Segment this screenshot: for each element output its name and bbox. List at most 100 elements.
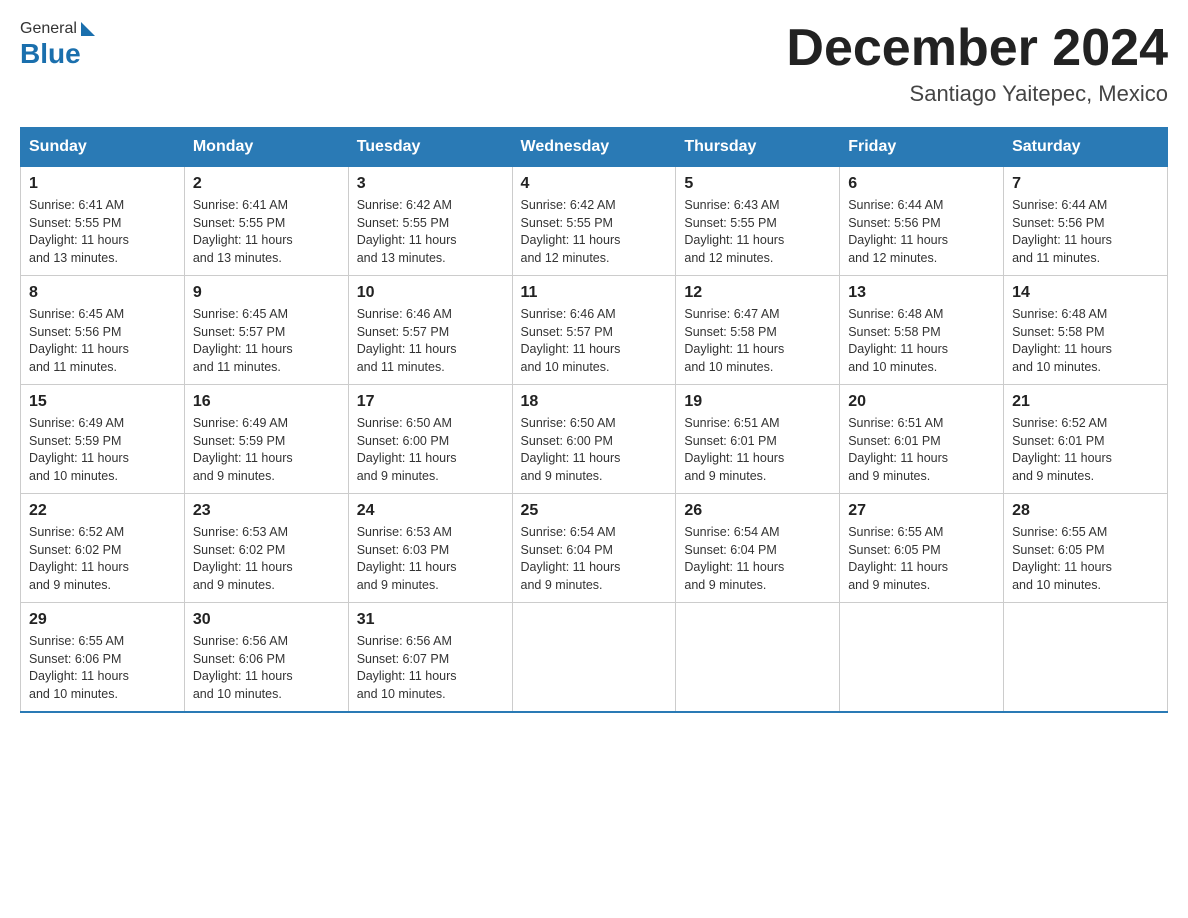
calendar-cell: 16 Sunrise: 6:49 AMSunset: 5:59 PMDaylig… [184, 385, 348, 494]
day-info: Sunrise: 6:49 AMSunset: 5:59 PMDaylight:… [193, 416, 293, 483]
day-number: 31 [357, 611, 504, 629]
weekday-header-monday: Monday [184, 128, 348, 167]
calendar-cell: 30 Sunrise: 6:56 AMSunset: 6:06 PMDaylig… [184, 603, 348, 713]
calendar-cell: 8 Sunrise: 6:45 AMSunset: 5:56 PMDayligh… [21, 276, 185, 385]
weekday-header-row: SundayMondayTuesdayWednesdayThursdayFrid… [21, 128, 1168, 167]
day-number: 20 [848, 393, 995, 411]
day-info: Sunrise: 6:48 AMSunset: 5:58 PMDaylight:… [848, 307, 948, 374]
calendar-cell: 3 Sunrise: 6:42 AMSunset: 5:55 PMDayligh… [348, 167, 512, 276]
day-info: Sunrise: 6:54 AMSunset: 6:04 PMDaylight:… [521, 525, 621, 592]
day-number: 14 [1012, 284, 1159, 302]
day-number: 28 [1012, 502, 1159, 520]
calendar-cell: 15 Sunrise: 6:49 AMSunset: 5:59 PMDaylig… [21, 385, 185, 494]
calendar-cell: 7 Sunrise: 6:44 AMSunset: 5:56 PMDayligh… [1004, 167, 1168, 276]
day-number: 11 [521, 284, 668, 302]
day-number: 18 [521, 393, 668, 411]
day-info: Sunrise: 6:45 AMSunset: 5:56 PMDaylight:… [29, 307, 129, 374]
day-number: 10 [357, 284, 504, 302]
weekday-header-wednesday: Wednesday [512, 128, 676, 167]
day-info: Sunrise: 6:56 AMSunset: 6:06 PMDaylight:… [193, 634, 293, 701]
calendar-week-row: 29 Sunrise: 6:55 AMSunset: 6:06 PMDaylig… [21, 603, 1168, 713]
location-subtitle: Santiago Yaitepec, Mexico [786, 81, 1168, 107]
day-number: 16 [193, 393, 340, 411]
weekday-header-saturday: Saturday [1004, 128, 1168, 167]
calendar-cell [512, 603, 676, 713]
calendar-cell: 11 Sunrise: 6:46 AMSunset: 5:57 PMDaylig… [512, 276, 676, 385]
calendar-week-row: 1 Sunrise: 6:41 AMSunset: 5:55 PMDayligh… [21, 167, 1168, 276]
day-number: 7 [1012, 175, 1159, 193]
calendar-cell: 20 Sunrise: 6:51 AMSunset: 6:01 PMDaylig… [840, 385, 1004, 494]
day-info: Sunrise: 6:46 AMSunset: 5:57 PMDaylight:… [357, 307, 457, 374]
calendar-cell: 25 Sunrise: 6:54 AMSunset: 6:04 PMDaylig… [512, 494, 676, 603]
calendar-body: 1 Sunrise: 6:41 AMSunset: 5:55 PMDayligh… [21, 167, 1168, 713]
day-number: 9 [193, 284, 340, 302]
day-info: Sunrise: 6:42 AMSunset: 5:55 PMDaylight:… [357, 198, 457, 265]
calendar-cell: 12 Sunrise: 6:47 AMSunset: 5:58 PMDaylig… [676, 276, 840, 385]
day-number: 21 [1012, 393, 1159, 411]
calendar-cell: 19 Sunrise: 6:51 AMSunset: 6:01 PMDaylig… [676, 385, 840, 494]
calendar-cell: 14 Sunrise: 6:48 AMSunset: 5:58 PMDaylig… [1004, 276, 1168, 385]
calendar-header: SundayMondayTuesdayWednesdayThursdayFrid… [21, 128, 1168, 167]
day-number: 12 [684, 284, 831, 302]
day-info: Sunrise: 6:56 AMSunset: 6:07 PMDaylight:… [357, 634, 457, 701]
day-info: Sunrise: 6:54 AMSunset: 6:04 PMDaylight:… [684, 525, 784, 592]
calendar-cell: 5 Sunrise: 6:43 AMSunset: 5:55 PMDayligh… [676, 167, 840, 276]
calendar-cell [840, 603, 1004, 713]
day-info: Sunrise: 6:44 AMSunset: 5:56 PMDaylight:… [1012, 198, 1112, 265]
weekday-header-sunday: Sunday [21, 128, 185, 167]
day-number: 17 [357, 393, 504, 411]
day-info: Sunrise: 6:49 AMSunset: 5:59 PMDaylight:… [29, 416, 129, 483]
day-info: Sunrise: 6:55 AMSunset: 6:05 PMDaylight:… [1012, 525, 1112, 592]
day-info: Sunrise: 6:55 AMSunset: 6:06 PMDaylight:… [29, 634, 129, 701]
day-number: 3 [357, 175, 504, 193]
day-info: Sunrise: 6:52 AMSunset: 6:01 PMDaylight:… [1012, 416, 1112, 483]
calendar-cell: 31 Sunrise: 6:56 AMSunset: 6:07 PMDaylig… [348, 603, 512, 713]
calendar-cell: 6 Sunrise: 6:44 AMSunset: 5:56 PMDayligh… [840, 167, 1004, 276]
logo-general-text: General [20, 20, 77, 38]
day-info: Sunrise: 6:44 AMSunset: 5:56 PMDaylight:… [848, 198, 948, 265]
calendar-cell: 26 Sunrise: 6:54 AMSunset: 6:04 PMDaylig… [676, 494, 840, 603]
day-number: 13 [848, 284, 995, 302]
calendar-cell: 1 Sunrise: 6:41 AMSunset: 5:55 PMDayligh… [21, 167, 185, 276]
day-info: Sunrise: 6:46 AMSunset: 5:57 PMDaylight:… [521, 307, 621, 374]
logo-arrow-icon [81, 22, 95, 36]
calendar-cell: 24 Sunrise: 6:53 AMSunset: 6:03 PMDaylig… [348, 494, 512, 603]
day-info: Sunrise: 6:53 AMSunset: 6:03 PMDaylight:… [357, 525, 457, 592]
calendar-cell: 29 Sunrise: 6:55 AMSunset: 6:06 PMDaylig… [21, 603, 185, 713]
day-number: 5 [684, 175, 831, 193]
calendar-cell: 10 Sunrise: 6:46 AMSunset: 5:57 PMDaylig… [348, 276, 512, 385]
day-number: 22 [29, 502, 176, 520]
calendar-cell: 18 Sunrise: 6:50 AMSunset: 6:00 PMDaylig… [512, 385, 676, 494]
calendar-week-row: 8 Sunrise: 6:45 AMSunset: 5:56 PMDayligh… [21, 276, 1168, 385]
day-number: 19 [684, 393, 831, 411]
day-info: Sunrise: 6:41 AMSunset: 5:55 PMDaylight:… [193, 198, 293, 265]
weekday-header-thursday: Thursday [676, 128, 840, 167]
month-title: December 2024 [786, 20, 1168, 77]
calendar-table: SundayMondayTuesdayWednesdayThursdayFrid… [20, 127, 1168, 713]
day-info: Sunrise: 6:50 AMSunset: 6:00 PMDaylight:… [357, 416, 457, 483]
calendar-cell: 17 Sunrise: 6:50 AMSunset: 6:00 PMDaylig… [348, 385, 512, 494]
day-number: 6 [848, 175, 995, 193]
calendar-cell: 13 Sunrise: 6:48 AMSunset: 5:58 PMDaylig… [840, 276, 1004, 385]
logo: General Blue [20, 20, 95, 70]
weekday-header-tuesday: Tuesday [348, 128, 512, 167]
day-number: 25 [521, 502, 668, 520]
calendar-cell: 27 Sunrise: 6:55 AMSunset: 6:05 PMDaylig… [840, 494, 1004, 603]
calendar-week-row: 15 Sunrise: 6:49 AMSunset: 5:59 PMDaylig… [21, 385, 1168, 494]
day-number: 30 [193, 611, 340, 629]
day-number: 23 [193, 502, 340, 520]
day-number: 29 [29, 611, 176, 629]
calendar-week-row: 22 Sunrise: 6:52 AMSunset: 6:02 PMDaylig… [21, 494, 1168, 603]
calendar-cell [1004, 603, 1168, 713]
day-number: 24 [357, 502, 504, 520]
day-info: Sunrise: 6:55 AMSunset: 6:05 PMDaylight:… [848, 525, 948, 592]
calendar-cell: 21 Sunrise: 6:52 AMSunset: 6:01 PMDaylig… [1004, 385, 1168, 494]
day-number: 15 [29, 393, 176, 411]
day-info: Sunrise: 6:51 AMSunset: 6:01 PMDaylight:… [684, 416, 784, 483]
day-info: Sunrise: 6:52 AMSunset: 6:02 PMDaylight:… [29, 525, 129, 592]
day-info: Sunrise: 6:53 AMSunset: 6:02 PMDaylight:… [193, 525, 293, 592]
calendar-cell: 23 Sunrise: 6:53 AMSunset: 6:02 PMDaylig… [184, 494, 348, 603]
day-number: 8 [29, 284, 176, 302]
weekday-header-friday: Friday [840, 128, 1004, 167]
day-info: Sunrise: 6:43 AMSunset: 5:55 PMDaylight:… [684, 198, 784, 265]
